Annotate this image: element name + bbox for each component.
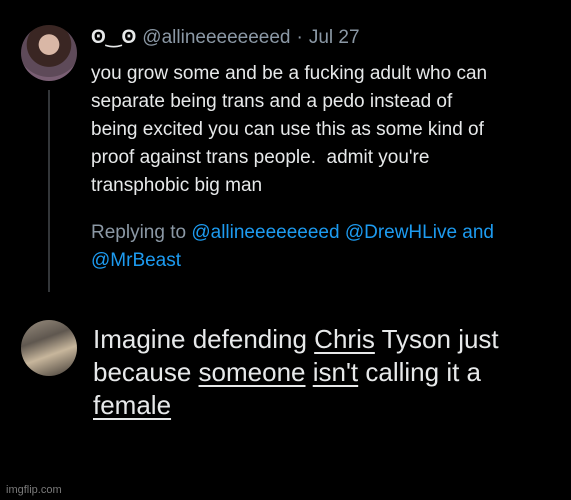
replying-prefix: Replying to — [91, 222, 187, 243]
reply-text-segment — [306, 357, 313, 387]
underlined-word: female — [93, 390, 172, 420]
mention-link-mrbeast[interactable]: @MrBeast — [91, 250, 181, 271]
reply-text-segment: because — [93, 357, 199, 387]
reply-text-segment: Tyson just — [374, 324, 499, 354]
thread-line — [48, 90, 50, 292]
replying-to-line: Replying to @allineeeeeeeed @DrewHLive a… — [91, 219, 561, 275]
separator-dot: · — [296, 26, 303, 48]
underlined-word: Chris — [314, 324, 375, 354]
tweet-header: ʘ‿ʘ @allineeeeeeeed · Jul 27 — [91, 26, 360, 49]
user-handle[interactable]: @allineeeeeeeed — [142, 27, 290, 49]
mention-and[interactable]: and — [462, 222, 494, 243]
reply-avatar[interactable] — [21, 320, 77, 376]
display-name[interactable]: ʘ‿ʘ — [91, 26, 136, 49]
reply-text-segment: Imagine defending — [93, 324, 315, 354]
tweet-text: you grow some and be a fucking adult who… — [91, 63, 488, 196]
reply-composer-text[interactable]: Imagine defending Chris Tyson just becaus… — [93, 323, 563, 422]
watermark: imgflip.com — [6, 484, 62, 496]
underlined-word: someone — [198, 357, 306, 387]
tweet-date[interactable]: Jul 27 — [309, 27, 360, 49]
mention-link-drewhlive[interactable]: @DrewHLive — [345, 222, 457, 243]
mention-link-allineeeeeeeed[interactable]: @allineeeeeeeed — [191, 222, 339, 243]
avatar[interactable] — [21, 25, 77, 81]
underlined-word: isn't — [312, 357, 359, 387]
reply-text-segment: calling it a — [358, 357, 482, 387]
